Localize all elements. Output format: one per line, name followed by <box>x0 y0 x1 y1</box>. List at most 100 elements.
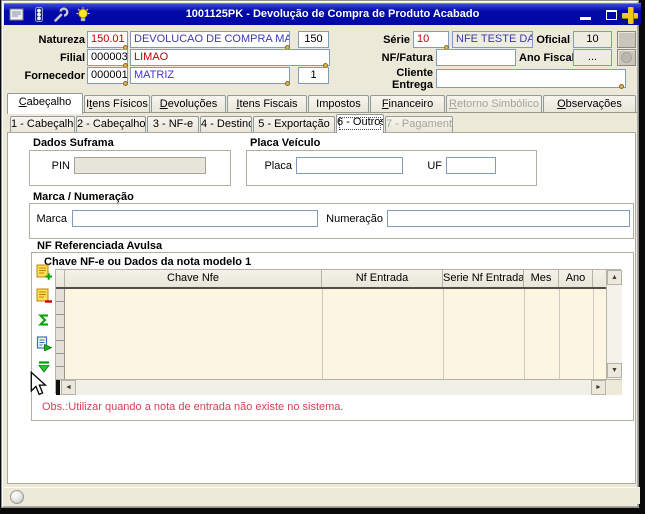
scroll-right-button[interactable]: ► <box>591 380 606 395</box>
pin-label: PIN <box>51 160 70 172</box>
window-title: 1001125PK - Devolução de Compra de Produ… <box>185 8 480 20</box>
wrench-icon[interactable] <box>53 7 69 23</box>
pin-field <box>74 157 206 174</box>
stamp-icon <box>621 52 632 63</box>
natureza-label: Natureza <box>38 34 85 46</box>
tab-retorno-simbolico: Retorno Simbólico <box>446 95 542 112</box>
lookup-magnifier-icon <box>285 81 290 86</box>
column-header-chave-nfe[interactable]: Chave Nfe <box>65 270 322 287</box>
maximize-icon[interactable] <box>606 10 617 20</box>
ano-fiscal-field[interactable]: ... <box>573 49 612 66</box>
grid-header-row: Chave Nfe Nf Entrada Serie Nf Entrada Mes An… <box>56 270 606 289</box>
serie-label: Série <box>383 34 410 46</box>
placa-label: Placa <box>264 160 292 172</box>
filial-desc-field[interactable]: LIMAO <box>130 49 330 66</box>
selector-header-cell <box>56 270 65 287</box>
mouse-cursor <box>30 370 48 401</box>
sum-icon[interactable] <box>36 312 52 328</box>
ano-fiscal-label: Ano Fiscal <box>519 52 575 64</box>
application-window: 1001125PK - Devolução de Compra de Produ… <box>0 0 645 514</box>
tab-impostos[interactable]: Impostos <box>308 95 369 112</box>
cliente-entrega-field[interactable] <box>436 69 626 88</box>
subtab-2-cabecalho[interactable]: 2 - Cabeçalho <box>76 116 146 132</box>
nf-fatura-field[interactable] <box>436 49 516 66</box>
add-row-icon[interactable] <box>36 264 52 280</box>
tab-financeiro[interactable]: Financeiro <box>370 95 445 112</box>
main-tab-bar: Cabeçalho Itens Físicos Devoluções Itens Fi… <box>7 93 637 114</box>
marca-field[interactable] <box>72 210 318 227</box>
scroll-thumb[interactable] <box>56 380 60 395</box>
close-plus-icon[interactable] <box>620 5 640 25</box>
status-ball-button[interactable] <box>10 490 24 504</box>
marca-label: Marca <box>36 213 67 225</box>
column-divider <box>443 289 444 379</box>
serie-desc-field[interactable]: NFE TESTE DANI <box>452 31 533 48</box>
arrow-up-icon: ▲ <box>611 274 618 281</box>
traffic-light-icon[interactable] <box>31 7 47 23</box>
tab-itens-fisicos[interactable]: Itens Físicos <box>84 95 150 112</box>
fornecedor-desc-field[interactable]: MATRIZ <box>130 67 290 84</box>
placa-group-title: Placa Veículo <box>248 137 323 149</box>
scroll-up-button[interactable]: ▲ <box>607 270 622 285</box>
column-divider <box>593 289 594 379</box>
nf-ref-group-title: NF Referenciada Avulsa <box>35 240 165 252</box>
bulb-icon[interactable] <box>75 7 91 23</box>
column-header-mes[interactable]: Mes <box>524 270 559 287</box>
subtab-5-exportacao[interactable]: 5 - Exportação <box>253 116 335 132</box>
fornecedor-num-field[interactable]: 1 <box>298 67 329 84</box>
uf-label: UF <box>427 160 442 172</box>
row-selector-column[interactable] <box>56 289 65 379</box>
form-icon[interactable] <box>9 7 25 23</box>
grid-title: Chave NF-e ou Dados da nota modelo 1 <box>42 256 254 268</box>
numeracao-field[interactable] <box>387 210 630 227</box>
filler-header-cell <box>593 270 605 287</box>
marca-group-title: Marca / Numeração <box>31 191 136 203</box>
horizontal-scrollbar[interactable]: ◄ ► <box>56 379 622 395</box>
delete-row-icon[interactable] <box>36 288 52 304</box>
subtab-3-nf-e[interactable]: 3 - NF-e <box>147 116 199 132</box>
placa-field[interactable] <box>296 157 403 174</box>
column-header-nf-entrada[interactable]: Nf Entrada <box>322 270 443 287</box>
arrow-left-icon: ◄ <box>65 384 72 391</box>
minimize-icon[interactable] <box>580 17 591 20</box>
scrollbar-corner <box>607 380 622 395</box>
oficial-field: 10 <box>573 31 612 48</box>
lookup-magnifier-icon <box>619 84 624 89</box>
column-header-ano[interactable]: Ano <box>559 270 593 287</box>
natureza-desc-field[interactable]: DEVOLUCAO DE COMPRA MAT PRIMA <box>130 31 290 48</box>
nf-ref-grid: Chave Nfe Nf Entrada Serie Nf Entrada Mes An… <box>55 269 622 395</box>
vertical-scrollbar[interactable]: ▲ ▼ <box>606 270 622 379</box>
tab-cabecalho[interactable]: Cabeçalho <box>7 93 83 114</box>
tab-devolucoes[interactable]: Devoluções <box>151 95 226 112</box>
fornecedor-label: Fornecedor <box>24 70 85 82</box>
column-divider <box>559 289 560 379</box>
subtab-6-outros[interactable]: 6 - Outros <box>336 114 384 133</box>
grid-body[interactable] <box>56 289 606 379</box>
fornecedor-code-field[interactable]: 000001 <box>87 67 128 84</box>
nf-fatura-label: NF/Fatura <box>381 52 433 64</box>
column-header-serie-nf-entrada[interactable]: Serie Nf Entrada <box>443 270 524 287</box>
ano-fiscal-button[interactable] <box>617 49 636 66</box>
lookup-magnifier-icon <box>123 81 128 86</box>
subtab-7-pagamento: 7 - Pagamento <box>385 116 453 132</box>
cliente-entrega-label: Cliente Entrega <box>392 67 433 91</box>
tab-observacoes[interactable]: Observações <box>543 95 636 112</box>
filial-label: Filial <box>59 52 85 64</box>
uf-field[interactable] <box>446 157 496 174</box>
subtab-1-cabecalho[interactable]: 1 - Cabeçalho <box>10 116 75 132</box>
copy-row-icon[interactable] <box>36 335 53 352</box>
subtab-4-destino[interactable]: 4 - Destino <box>200 116 252 132</box>
suframa-group-title: Dados Suframa <box>31 137 116 149</box>
oficial-button[interactable] <box>617 31 636 48</box>
obs-text: Obs.:Utilizar quando a nota de entrada n… <box>42 401 344 413</box>
filial-code-field[interactable]: 000003 <box>87 49 128 66</box>
tab-itens-fiscais[interactable]: Itens Fiscais <box>227 95 307 112</box>
natureza-code-field[interactable]: 150.01 <box>87 31 128 48</box>
arrow-down-icon: ▼ <box>611 367 618 374</box>
scroll-left-button[interactable]: ◄ <box>61 380 76 395</box>
numeracao-label: Numeração <box>326 213 383 225</box>
natureza-num-field[interactable]: 150 <box>298 31 329 48</box>
scroll-down-button[interactable]: ▼ <box>607 363 622 378</box>
column-divider <box>524 289 525 379</box>
column-divider <box>322 289 323 379</box>
